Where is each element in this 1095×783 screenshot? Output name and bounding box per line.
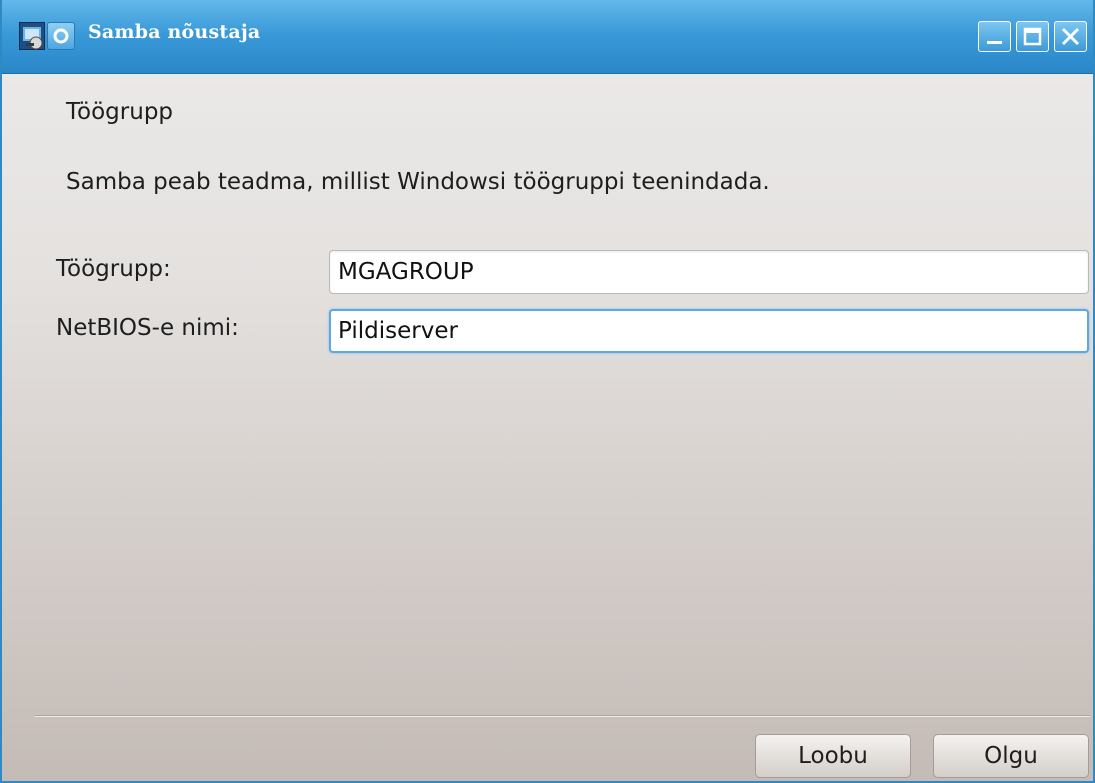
button-separator bbox=[34, 715, 1090, 717]
minimize-button[interactable] bbox=[978, 21, 1011, 52]
netbios-name-label: NetBIOS-e nimi: bbox=[56, 315, 239, 341]
close-button[interactable] bbox=[1054, 21, 1087, 52]
minimize-icon bbox=[987, 41, 1002, 44]
samba-wizard-window: Samba nõustaja Töögrupp Samba peab teadm… bbox=[0, 0, 1095, 783]
maximize-button[interactable] bbox=[1016, 21, 1049, 52]
ok-button[interactable]: Olgu bbox=[933, 734, 1089, 778]
cancel-button[interactable]: Loobu bbox=[755, 734, 911, 778]
window-menu-icon[interactable] bbox=[47, 22, 75, 50]
close-icon bbox=[1061, 27, 1080, 46]
page-description: Samba peab teadma, millist Windowsi töög… bbox=[66, 169, 770, 195]
workgroup-input[interactable] bbox=[329, 250, 1089, 294]
workgroup-label: Töögrupp: bbox=[56, 256, 171, 282]
window-title: Samba nõustaja bbox=[88, 21, 261, 43]
page-heading: Töögrupp bbox=[66, 99, 174, 125]
title-bar[interactable]: Samba nõustaja bbox=[2, 0, 1093, 74]
netbios-name-input[interactable] bbox=[329, 309, 1089, 353]
samba-app-icon bbox=[19, 22, 45, 50]
maximize-icon bbox=[1023, 27, 1042, 46]
